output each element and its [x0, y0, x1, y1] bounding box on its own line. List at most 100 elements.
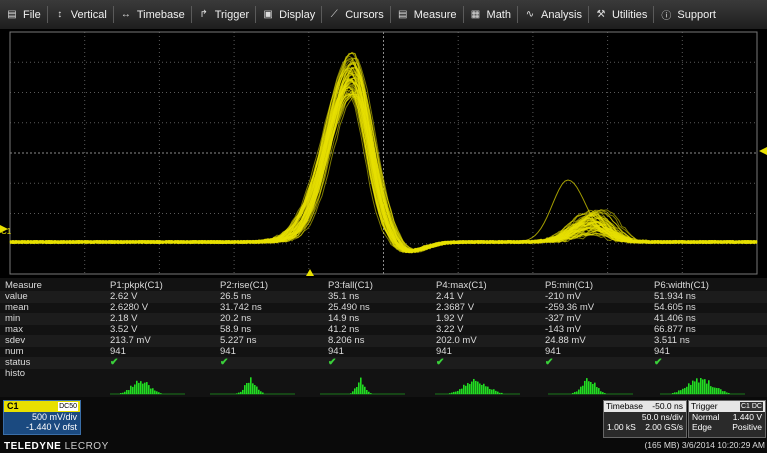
menu-label: Support	[677, 8, 716, 21]
menu-label: Measure	[413, 8, 457, 21]
menu-cursors[interactable]: ⟋ Cursors	[322, 0, 390, 29]
date-time: 3/6/2014 10:20:29 AM	[681, 440, 765, 450]
trigger-level: 1.440 V	[732, 412, 762, 422]
trigger-mode: Normal	[692, 412, 720, 422]
histogram-bar	[485, 386, 487, 394]
histogram-bar	[260, 391, 262, 394]
histogram-bar	[354, 388, 356, 394]
histogram-bar	[483, 383, 485, 394]
menu-math[interactable]: ▦ Math	[464, 0, 517, 29]
menu-timebase[interactable]: ↔ Timebase	[114, 0, 191, 29]
trigger-position-marker	[306, 269, 314, 276]
menu-label: Analysis	[541, 8, 582, 21]
histogram-bar	[258, 389, 260, 394]
menu-support[interactable]: ⓘ Support	[654, 0, 722, 29]
channel-1-offset: -1.440 V ofst	[25, 422, 77, 432]
histogram-bar	[702, 379, 704, 394]
trigger-descriptor[interactable]: Trigger C1 DC Normal 1.440 V Edge Positi…	[688, 400, 766, 438]
histogram-bar	[584, 380, 586, 394]
histogram-bar	[252, 383, 254, 394]
histogram-bar	[455, 391, 457, 394]
menu-label: Timebase	[136, 8, 185, 21]
histogram-bar	[475, 380, 477, 394]
menu-trigger[interactable]: ↱ Trigger	[192, 0, 255, 29]
histogram-bar	[696, 378, 698, 394]
histogram-bar	[588, 381, 590, 394]
analysis-icon: ∿	[525, 9, 535, 20]
menu-file[interactable]: ▤ File	[0, 0, 47, 29]
histogram-bar	[134, 384, 136, 394]
histogram-bar	[481, 384, 483, 394]
histogram-bar	[574, 391, 576, 394]
histogram-bar	[360, 377, 362, 394]
histogram-bar	[366, 390, 368, 394]
histogram-bar	[352, 391, 354, 394]
channel-1-coupling: DC50	[58, 402, 78, 411]
measure-icon: ▤	[398, 9, 408, 20]
trigger-title: Trigger	[691, 401, 718, 411]
menu-label: Trigger	[214, 8, 250, 21]
menu-label: File	[23, 8, 41, 21]
timebase-descriptor[interactable]: Timebase -50.0 ns 50.0 ns/div 1.00 kS 2.…	[603, 400, 687, 438]
histogram-bar	[578, 389, 580, 394]
logo-bold-text: TELEDYNE	[4, 441, 62, 452]
histogram-bar	[469, 384, 471, 394]
menu-label: Vertical	[70, 8, 107, 21]
waveform-grid: C1	[0, 31, 767, 276]
bottom-panel: C1 DC50 500 mV/div -1.440 V ofst TELEDYN…	[0, 397, 767, 453]
histogram-bar	[248, 382, 250, 394]
histogram-bar	[704, 379, 706, 394]
menu-measure[interactable]: ▤ Measure	[391, 0, 463, 29]
trigger-level-marker	[759, 147, 767, 155]
histogram-bar	[152, 388, 154, 394]
histogram-bar	[688, 383, 690, 394]
menu-display[interactable]: ▣ Display	[256, 0, 321, 29]
histogram-bar	[368, 391, 370, 394]
histogram-bar	[495, 390, 497, 394]
histogram-bar	[124, 391, 126, 394]
histogram-bar	[479, 383, 481, 394]
histogram-bar	[686, 386, 688, 394]
memory-usage: (165 MB)	[644, 440, 680, 450]
menu-vertical[interactable]: ↕ Vertical	[48, 0, 113, 29]
measure-row-label: histo	[5, 368, 26, 379]
logo-light-text: LECROY	[64, 441, 109, 452]
support-icon: ⓘ	[661, 11, 672, 22]
menu-utilities[interactable]: ⚒ Utilities	[589, 0, 653, 29]
channel-1-descriptor[interactable]: C1 DC50 500 mV/div -1.440 V ofst	[3, 400, 81, 435]
histogram-bar	[477, 381, 479, 394]
histogram-bar	[594, 382, 596, 394]
menu-analysis[interactable]: ∿ Analysis	[518, 0, 588, 29]
waveform-display[interactable]: C1	[0, 29, 767, 276]
histogram-bar	[712, 387, 714, 394]
histogram-bar	[138, 382, 140, 394]
histogram-bar	[694, 381, 696, 394]
histogram-bar	[356, 387, 358, 394]
histogram-bar	[473, 378, 475, 394]
histogram-bar	[144, 382, 146, 394]
histogram-bar	[132, 386, 134, 394]
menu-label: Utilities	[611, 8, 648, 21]
histogram-bar	[463, 384, 465, 394]
histogram-bar	[146, 382, 148, 394]
display-icon: ▣	[263, 9, 273, 20]
histogram-bar	[684, 388, 686, 394]
cursors-icon: ⟋	[330, 9, 338, 20]
teledyne-lecroy-logo: TELEDYNE LECROY	[4, 441, 109, 452]
timebase-icon: ↔	[120, 9, 131, 20]
histogram-bar	[362, 384, 364, 394]
histogram-bar	[718, 388, 720, 394]
histogram-bar	[596, 387, 598, 394]
histogram-bar	[156, 391, 158, 394]
trigger-icon: ↱	[199, 9, 208, 20]
histogram-bar	[724, 391, 726, 394]
histogram-bar	[154, 390, 156, 394]
histogram-bar	[497, 391, 499, 394]
histogram-bar	[692, 380, 694, 394]
status-bar: (165 MB) 3/6/2014 10:20:29 AM	[600, 439, 765, 451]
histogram-bar	[128, 390, 130, 394]
histogram-bar	[708, 380, 710, 394]
histogram-bar	[465, 385, 467, 394]
histogram-bar	[358, 382, 360, 394]
histogram-bar	[698, 382, 700, 394]
